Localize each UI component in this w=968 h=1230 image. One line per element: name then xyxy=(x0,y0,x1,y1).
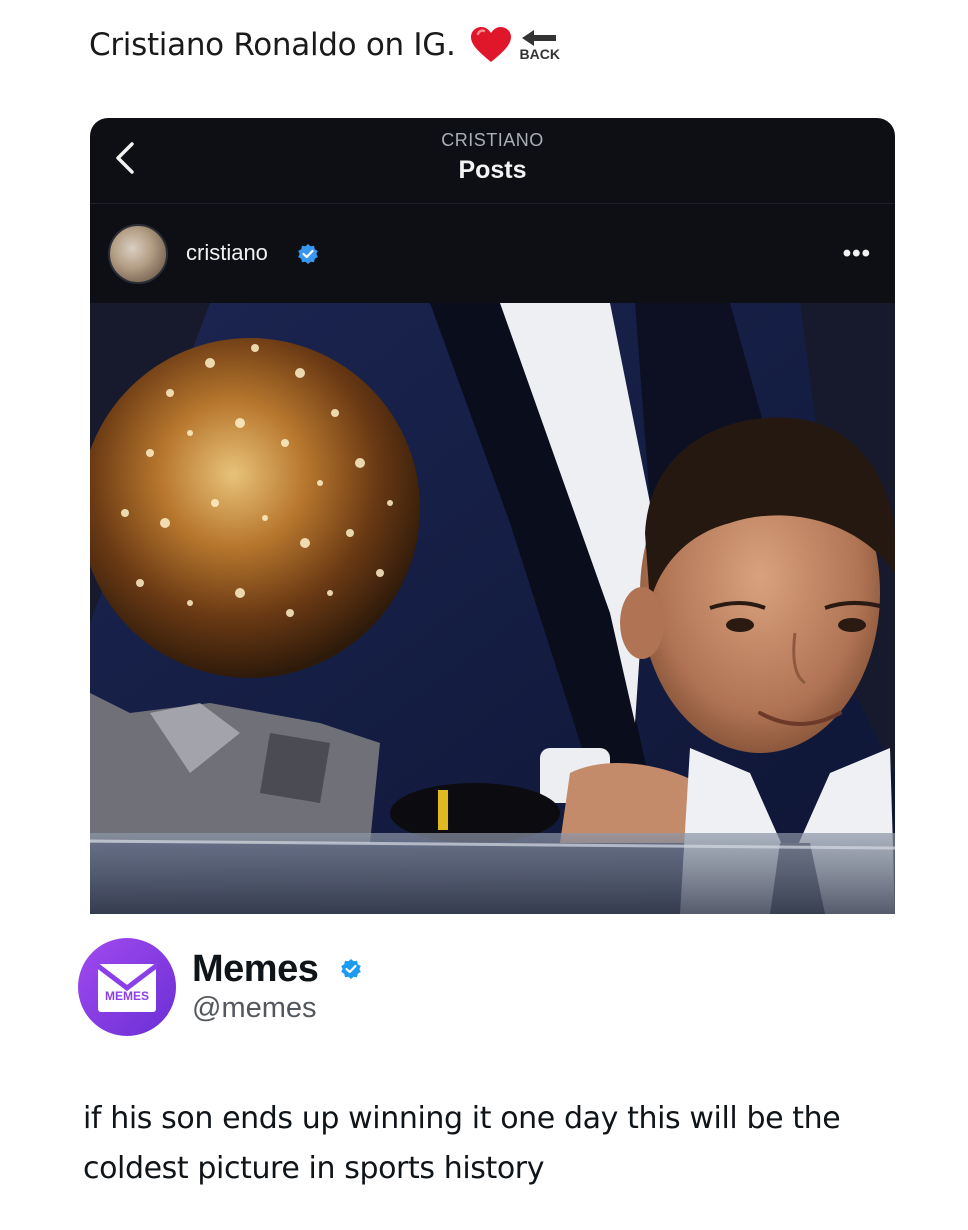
verified-badge-icon xyxy=(341,959,361,979)
tweet-text: if his son ends up winning it one day th… xyxy=(83,1101,841,1186)
ig-post-header: cristiano ••• xyxy=(90,204,895,302)
heart-icon xyxy=(470,26,512,64)
back-label: BACK xyxy=(519,46,560,62)
post-photo xyxy=(90,303,895,914)
ig-header: CRISTIANO Posts xyxy=(90,118,895,204)
verified-badge-icon xyxy=(298,244,318,264)
tweet-display-name[interactable]: Memes xyxy=(192,948,319,991)
tweet-handle[interactable]: @memes xyxy=(192,992,317,1025)
back-arrow-icon xyxy=(521,30,556,46)
caption-text: Cristiano Ronaldo on IG. xyxy=(89,27,456,63)
ig-header-username: CRISTIANO xyxy=(441,130,544,150)
memes-avatar[interactable]: MEMES xyxy=(78,938,176,1036)
top-caption: Cristiano Ronaldo on IG. BACK xyxy=(89,26,560,64)
ig-post-username[interactable]: cristiano xyxy=(186,240,268,266)
instagram-screenshot: CRISTIANO Posts cristiano ••• xyxy=(90,118,895,914)
ig-header-title: Posts xyxy=(458,156,527,184)
memes-avatar-label: MEMES xyxy=(105,989,149,1003)
back-arrow-badge: BACK xyxy=(520,28,560,62)
more-options-icon[interactable]: ••• xyxy=(843,240,871,268)
avatar[interactable] xyxy=(108,224,168,284)
